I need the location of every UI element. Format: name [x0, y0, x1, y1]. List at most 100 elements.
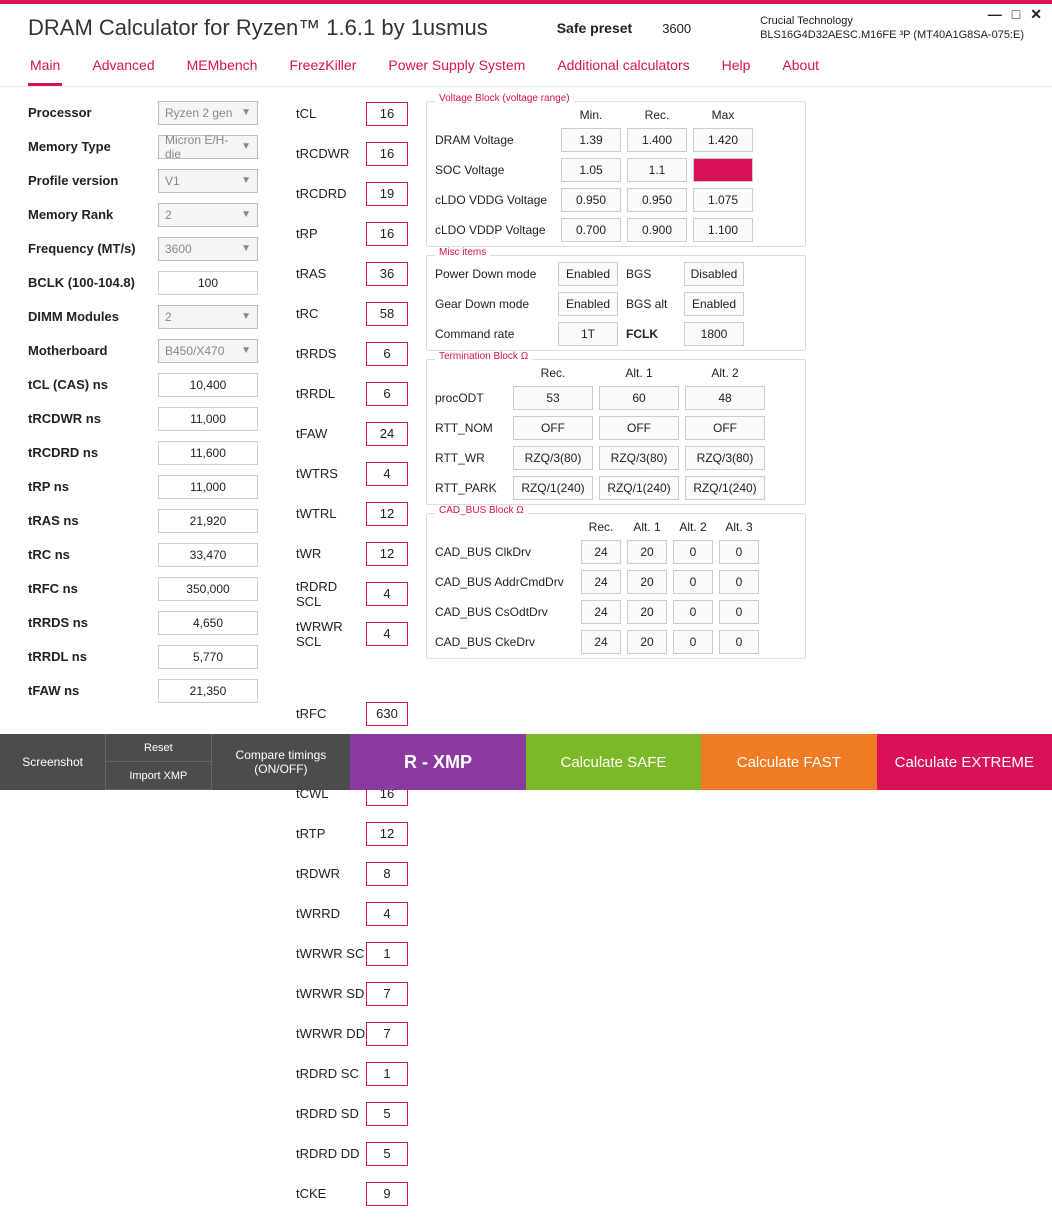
term-value[interactable]: OFF: [513, 416, 593, 440]
term-value[interactable]: RZQ/3(80): [513, 446, 593, 470]
term-value[interactable]: 60: [599, 386, 679, 410]
voltage-value[interactable]: 1.1: [627, 158, 687, 182]
timing-twtrl[interactable]: 12: [366, 502, 408, 526]
calculate-fast-button[interactable]: Calculate FAST: [701, 734, 876, 790]
tab-about[interactable]: About: [780, 51, 821, 86]
cad-value[interactable]: 20: [627, 570, 667, 594]
timing-twrwrdd[interactable]: 7: [366, 1022, 408, 1046]
bgsalt-value[interactable]: Enabled: [684, 292, 744, 316]
cad-value[interactable]: 0: [673, 630, 713, 654]
rank-select[interactable]: 2▼: [158, 203, 258, 227]
bclk-select[interactable]: 100: [158, 271, 258, 295]
voltage-value[interactable]: 1.39: [561, 128, 621, 152]
r-xmp-button[interactable]: R - XMP: [350, 734, 525, 790]
term-value[interactable]: RZQ/1(240): [599, 476, 679, 500]
cad-value[interactable]: 0: [719, 600, 759, 624]
tab-help[interactable]: Help: [720, 51, 753, 86]
cad-value[interactable]: 0: [673, 600, 713, 624]
timing-trrdl[interactable]: 6: [366, 382, 408, 406]
voltage-value[interactable]: 1.125: [693, 158, 753, 182]
term-value[interactable]: OFF: [685, 416, 765, 440]
voltage-value[interactable]: 1.05: [561, 158, 621, 182]
timing-tcke[interactable]: 9: [366, 1182, 408, 1206]
screenshot-button[interactable]: Screenshot: [0, 734, 105, 790]
timing-tfaw[interactable]: 24: [366, 422, 408, 446]
cad-value[interactable]: 0: [673, 540, 713, 564]
timing-trdrddd[interactable]: 5: [366, 1142, 408, 1166]
bgs-value[interactable]: Disabled: [684, 262, 744, 286]
pdm-value[interactable]: Enabled: [558, 262, 618, 286]
import-xmp-button[interactable]: Import XMP: [105, 762, 210, 790]
calculate-extreme-button[interactable]: Calculate EXTREME: [877, 734, 1052, 790]
timing-trtp[interactable]: 12: [366, 822, 408, 846]
tab-main[interactable]: Main: [28, 51, 62, 86]
timing-twr[interactable]: 12: [366, 542, 408, 566]
tab-advanced[interactable]: Advanced: [90, 51, 156, 86]
cad-value[interactable]: 24: [581, 540, 621, 564]
cad-value[interactable]: 20: [627, 630, 667, 654]
voltage-value[interactable]: 1.400: [627, 128, 687, 152]
tab-power-supply-system[interactable]: Power Supply System: [386, 51, 527, 86]
term-value[interactable]: RZQ/1(240): [685, 476, 765, 500]
cad-value[interactable]: 20: [627, 540, 667, 564]
cad-value[interactable]: 0: [719, 570, 759, 594]
timing-twrrd[interactable]: 4: [366, 902, 408, 926]
timing-twtrs[interactable]: 4: [366, 462, 408, 486]
term-value[interactable]: OFF: [599, 416, 679, 440]
profile-select[interactable]: V1▼: [158, 169, 258, 193]
compare-timings-button[interactable]: Compare timings (ON/OFF): [211, 734, 351, 790]
ns-value: 21,920: [158, 509, 258, 533]
gdm-value[interactable]: Enabled: [558, 292, 618, 316]
cad-value[interactable]: 24: [581, 570, 621, 594]
tab-membench[interactable]: MEMbench: [185, 51, 260, 86]
timing-twrwrsd[interactable]: 7: [366, 982, 408, 1006]
term-value[interactable]: 53: [513, 386, 593, 410]
cad-value[interactable]: 24: [581, 630, 621, 654]
freq-select[interactable]: 3600▼: [158, 237, 258, 261]
maximize-icon[interactable]: □: [1012, 6, 1020, 23]
timing-trc[interactable]: 58: [366, 302, 408, 326]
timing-trrds[interactable]: 6: [366, 342, 408, 366]
voltage-value[interactable]: 1.420: [693, 128, 753, 152]
minimize-icon[interactable]: —: [988, 6, 1002, 23]
close-icon[interactable]: ✕: [1030, 6, 1042, 23]
mobo-select[interactable]: B450/X470▼: [158, 339, 258, 363]
dimm-select[interactable]: 2▼: [158, 305, 258, 329]
voltage-value[interactable]: 1.075: [693, 188, 753, 212]
term-value[interactable]: RZQ/3(80): [599, 446, 679, 470]
memory_type-select[interactable]: Micron E/H-die▼: [158, 135, 258, 159]
processor-select[interactable]: Ryzen 2 gen▼: [158, 101, 258, 125]
timing-trdrdsd[interactable]: 5: [366, 1102, 408, 1126]
cad-value[interactable]: 0: [719, 540, 759, 564]
calculate-safe-button[interactable]: Calculate SAFE: [526, 734, 701, 790]
timing-twrwrscl[interactable]: 4: [366, 622, 408, 646]
fclk-value[interactable]: 1800: [684, 322, 744, 346]
cad-value[interactable]: 24: [581, 600, 621, 624]
timing-trdwr[interactable]: 8: [366, 862, 408, 886]
timing-trfc[interactable]: 630: [366, 702, 408, 726]
term-value[interactable]: RZQ/3(80): [685, 446, 765, 470]
timing-trdrdsc[interactable]: 1: [366, 1062, 408, 1086]
tab-freezkiller[interactable]: FreezKiller: [287, 51, 358, 86]
cad-value[interactable]: 0: [673, 570, 713, 594]
voltage-value[interactable]: 0.950: [561, 188, 621, 212]
cad-value[interactable]: 20: [627, 600, 667, 624]
term-value[interactable]: 48: [685, 386, 765, 410]
tab-additional-calculators[interactable]: Additional calculators: [555, 51, 691, 86]
voltage-value[interactable]: 0.700: [561, 218, 621, 242]
timing-trcdrd[interactable]: 19: [366, 182, 408, 206]
timing-trcdwr[interactable]: 16: [366, 142, 408, 166]
timing-tcl[interactable]: 16: [366, 102, 408, 126]
cr-value[interactable]: 1T: [558, 322, 618, 346]
chevron-down-icon: ▼: [241, 311, 251, 322]
timing-trp[interactable]: 16: [366, 222, 408, 246]
voltage-value[interactable]: 0.900: [627, 218, 687, 242]
voltage-value[interactable]: 1.100: [693, 218, 753, 242]
timing-tras[interactable]: 36: [366, 262, 408, 286]
voltage-value[interactable]: 0.950: [627, 188, 687, 212]
cad-value[interactable]: 0: [719, 630, 759, 654]
timing-twrwrsc[interactable]: 1: [366, 942, 408, 966]
timing-trdrdscl[interactable]: 4: [366, 582, 408, 606]
term-value[interactable]: RZQ/1(240): [513, 476, 593, 500]
reset-button[interactable]: Reset: [105, 734, 210, 762]
